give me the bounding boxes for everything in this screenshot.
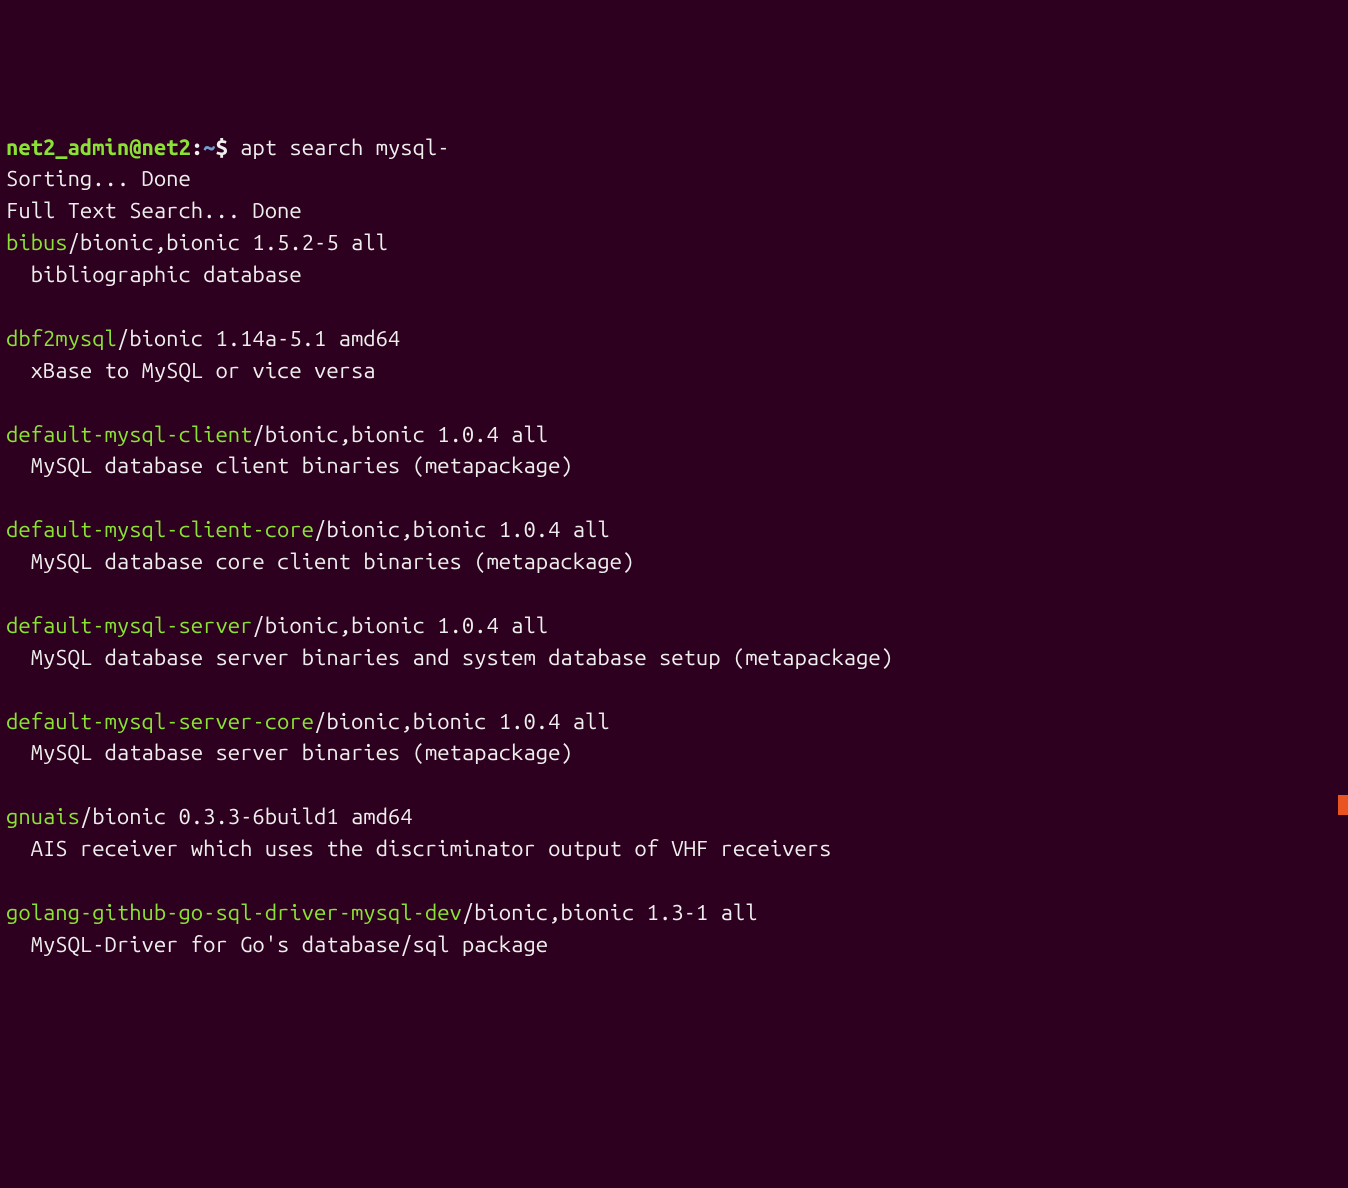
command-text: apt search mysql- (240, 135, 449, 160)
package-name: golang-github-go-sql-driver-mysql-dev (6, 900, 462, 925)
package-meta: /bionic,bionic 1.0.4 all (314, 709, 610, 734)
package-name: default-mysql-server (6, 613, 252, 638)
prompt-user-host: net2_admin@net2 (6, 135, 191, 160)
package-meta: /bionic,bionic 1.5.2-5 all (68, 230, 388, 255)
package-name: default-mysql-server-core (6, 709, 314, 734)
package-description: MySQL database client binaries (metapack… (6, 453, 573, 478)
package-meta: /bionic,bionic 1.0.4 all (252, 422, 548, 447)
status-line: Full Text Search... Done (6, 198, 302, 223)
package-description: MySQL database server binaries and syste… (6, 645, 893, 670)
package-description: MySQL-Driver for Go's database/sql packa… (6, 932, 548, 957)
package-name: bibus (6, 230, 68, 255)
package-name: dbf2mysql (6, 326, 117, 351)
package-meta: /bionic,bionic 1.0.4 all (252, 613, 548, 638)
package-name: default-mysql-client-core (6, 517, 314, 542)
package-name: gnuais (6, 804, 80, 829)
package-description: bibliographic database (6, 262, 302, 287)
terminal-output[interactable]: net2_admin@net2:~$ apt search mysql- Sor… (6, 132, 1342, 961)
status-line: Sorting... Done (6, 166, 191, 191)
package-meta: /bionic 1.14a-5.1 amd64 (117, 326, 400, 351)
package-meta: /bionic,bionic 1.3-1 all (462, 900, 758, 925)
package-description: AIS receiver which uses the discriminato… (6, 836, 831, 861)
prompt-separator: : (191, 135, 203, 160)
package-meta: /bionic 0.3.3-6build1 amd64 (80, 804, 413, 829)
package-meta: /bionic,bionic 1.0.4 all (314, 517, 610, 542)
package-name: default-mysql-client (6, 422, 252, 447)
prompt-path: ~ (203, 135, 215, 160)
package-description: MySQL database core client binaries (met… (6, 549, 634, 574)
package-description: MySQL database server binaries (metapack… (6, 740, 573, 765)
scrollbar-thumb[interactable] (1338, 795, 1348, 815)
prompt-dollar: $ (215, 135, 240, 160)
package-description: xBase to MySQL or vice versa (6, 358, 376, 383)
